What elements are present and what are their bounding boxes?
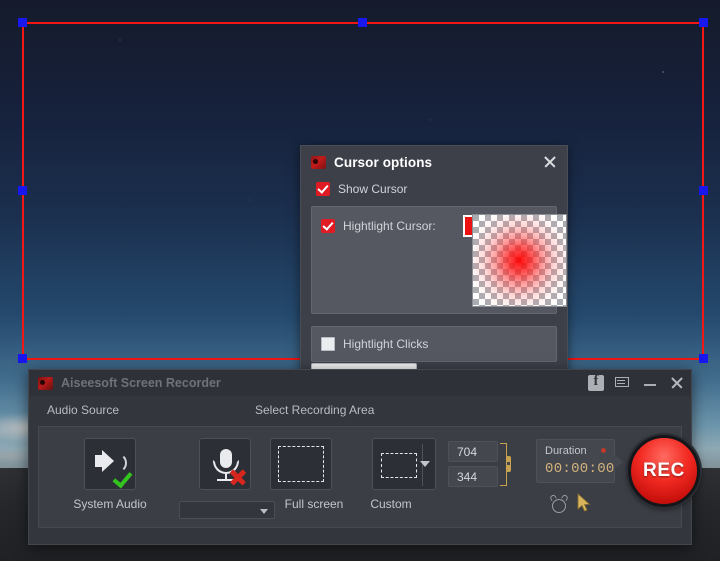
link-chain-icon[interactable] <box>506 456 511 472</box>
selection-handle-middle-left[interactable] <box>18 186 27 195</box>
show-cursor-checkbox[interactable] <box>316 182 330 196</box>
system-audio-caption: System Audio <box>67 497 153 511</box>
dialog-title-bar: Cursor options <box>301 146 567 178</box>
highlight-clicks-checkbox[interactable] <box>321 337 335 351</box>
microphone-toggle[interactable] <box>199 438 251 490</box>
highlight-cursor-checkbox[interactable] <box>321 219 335 233</box>
microphone-device-select[interactable] <box>179 501 275 519</box>
record-button[interactable]: REC <box>628 435 700 507</box>
highlight-clicks-label: Hightlight Clicks <box>343 337 428 351</box>
record-button-label: REC <box>643 460 685 482</box>
full-screen-button[interactable] <box>270 438 332 490</box>
duration-box[interactable]: Duration 00:00:00 <box>536 439 615 483</box>
chevron-down-icon[interactable] <box>420 461 430 467</box>
screen-root: Cursor options Show Cursor Hightlight Cu… <box>0 0 720 561</box>
show-cursor-label: Show Cursor <box>338 182 407 196</box>
recorder-icon <box>38 377 53 390</box>
recorder-title-bar[interactable]: Aiseesoft Screen Recorder <box>29 370 691 396</box>
selection-handle-top-center[interactable] <box>358 18 367 27</box>
selection-handle-bottom-left[interactable] <box>18 354 27 363</box>
window-controls <box>588 370 685 396</box>
recorder-icon <box>311 156 326 169</box>
show-cursor-row[interactable]: Show Cursor <box>311 178 557 196</box>
custom-dashed-rect-icon <box>381 453 417 478</box>
cursor-pointer-icon[interactable] <box>576 493 592 513</box>
recorder-controls-panel: System Audio Full screen Custom <box>38 426 682 528</box>
selection-handle-bottom-right[interactable] <box>699 354 708 363</box>
full-screen-dashed-rect-icon <box>278 446 324 482</box>
disabled-x-icon <box>228 467 248 487</box>
highlight-cursor-label: Hightlight Cursor: <box>343 219 436 233</box>
close-icon[interactable] <box>541 153 559 171</box>
minimize-icon[interactable] <box>642 375 658 391</box>
close-icon[interactable] <box>669 375 685 391</box>
dialog-title: Cursor options <box>334 155 432 170</box>
system-audio-toggle[interactable] <box>84 438 136 490</box>
recording-area-header: Select Recording Area <box>255 403 374 417</box>
duration-value: 00:00:00 <box>545 461 615 477</box>
screen-recorder-window: Aiseesoft Screen Recorder Audio Source S… <box>28 369 692 545</box>
custom-area-button[interactable] <box>372 438 436 490</box>
dialog-body: Show Cursor Hightlight Cursor: Hightligh… <box>301 178 567 362</box>
width-input[interactable]: 704 <box>448 441 498 462</box>
alarm-clock-icon[interactable] <box>550 495 568 513</box>
speaker-icon <box>95 455 103 467</box>
facebook-icon[interactable] <box>588 375 604 391</box>
recorder-title: Aiseesoft Screen Recorder <box>61 376 221 390</box>
full-screen-caption: Full screen <box>271 497 357 511</box>
custom-caption: Custom <box>351 497 431 511</box>
feedback-icon[interactable] <box>615 375 631 391</box>
duration-label: Duration <box>545 445 587 457</box>
cursor-options-dialog: Cursor options Show Cursor Hightlight Cu… <box>300 145 568 400</box>
duration-indicator-dot <box>601 448 606 453</box>
selection-handle-top-left[interactable] <box>18 18 27 27</box>
highlight-cursor-panel: Hightlight Cursor: <box>311 206 557 314</box>
enabled-check-icon <box>111 468 131 486</box>
audio-source-header: Audio Source <box>47 403 119 417</box>
highlight-clicks-panel[interactable]: Hightlight Clicks <box>311 326 557 362</box>
height-input[interactable]: 344 <box>448 466 498 487</box>
section-headers: Audio Source Select Recording Area <box>29 396 691 422</box>
highlight-cursor-preview <box>472 214 567 307</box>
selection-handle-middle-right[interactable] <box>699 186 708 195</box>
selection-handle-top-right[interactable] <box>699 18 708 27</box>
